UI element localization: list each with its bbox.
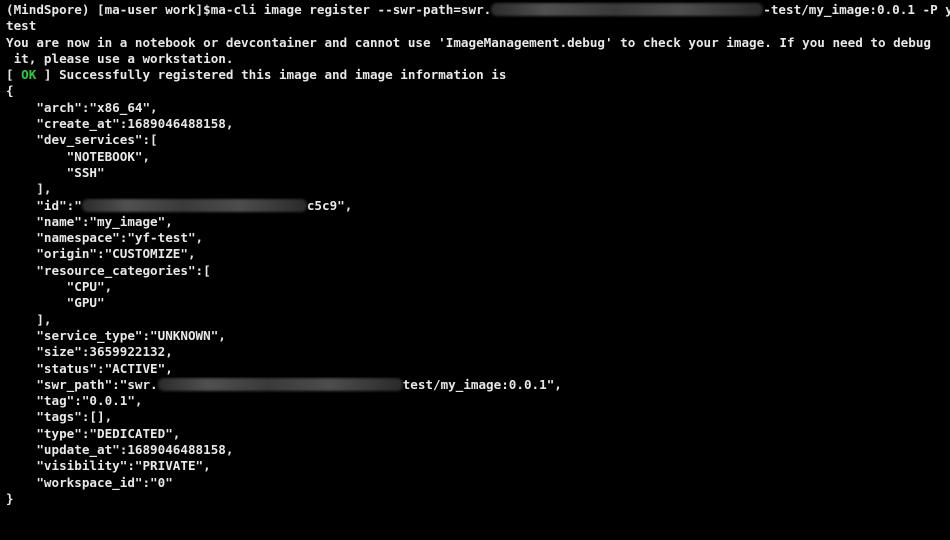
json-open-brace: { [6, 83, 14, 99]
status-bracket-open: [ [6, 67, 22, 83]
json-id: "id":" c5c9", [6, 198, 950, 214]
json-type: "type":"DEDICATED", [6, 425, 181, 441]
json-resource-close: ], [6, 311, 52, 327]
json-create-at: "create_at":1689046488158, [6, 116, 234, 132]
command-text-prefix: ma-cli image register --swr-path=swr. [210, 2, 492, 17]
json-id-suffix: c5c9", [306, 197, 353, 213]
json-service-type: "service_type":"UNKNOWN", [6, 327, 226, 343]
json-res-gpu: "GPU" [6, 295, 105, 311]
json-swr-path: "swr_path":"swr. test/my_image:0.0.1", [6, 377, 950, 393]
json-swr-suffix: test/my_image:0.0.1", [402, 376, 562, 392]
redacted-swr-path [157, 377, 403, 391]
json-origin: "origin":"CUSTOMIZE", [6, 246, 196, 262]
json-update-at: "update_at":1689046488158, [6, 442, 234, 458]
warning-line-1: You are now in a notebook or devcontaine… [6, 34, 932, 50]
ok-badge: OK [21, 67, 37, 83]
json-dev-services-open: "dev_services":[ [6, 132, 158, 148]
command-line-wrap: test [6, 18, 37, 34]
json-tags: "tags":[], [6, 409, 113, 425]
json-workspace-id: "workspace_id":"0" [6, 474, 173, 490]
terminal-window[interactable]: (MindSpore) [ma-user work]$ma-cli image … [0, 0, 950, 540]
redacted-image-id [81, 198, 307, 212]
json-dev-ssh: "SSH" [6, 164, 105, 180]
warning-line-2: it, please use a workstation. [6, 50, 234, 66]
command-text-suffix: -test/my_image:0.0.1 -P yf- [763, 2, 950, 17]
json-resource-open: "resource_categories":[ [6, 262, 211, 278]
redacted-swr-host [491, 3, 764, 16]
status-bracket-close: ] [36, 67, 52, 83]
json-dev-services-close: ], [6, 181, 52, 197]
status-message: Successfully registered this image and i… [51, 67, 507, 83]
json-size: "size":3659922132, [6, 344, 173, 360]
json-dev-notebook: "NOTEBOOK", [6, 148, 151, 164]
json-tag: "tag":"0.0.1", [6, 393, 143, 409]
json-name: "name":"my_image", [6, 213, 173, 229]
json-visibility: "visibility":"PRIVATE", [6, 458, 211, 474]
command-line: (MindSpore) [ma-user work]$ma-cli image … [6, 2, 950, 18]
shell-prompt: (MindSpore) [ma-user work]$ [6, 2, 211, 17]
json-close-brace: } [6, 490, 14, 506]
json-namespace: "namespace":"yf-test", [6, 230, 204, 246]
status-line: [ OK ] Successfully registered this imag… [6, 67, 950, 83]
json-swr-prefix: "swr_path":"swr. [6, 376, 158, 392]
json-arch: "arch":"x86_64", [6, 99, 158, 115]
json-res-cpu: "CPU", [6, 279, 113, 295]
json-status: "status":"ACTIVE", [6, 360, 173, 376]
json-id-prefix: "id":" [6, 197, 82, 213]
